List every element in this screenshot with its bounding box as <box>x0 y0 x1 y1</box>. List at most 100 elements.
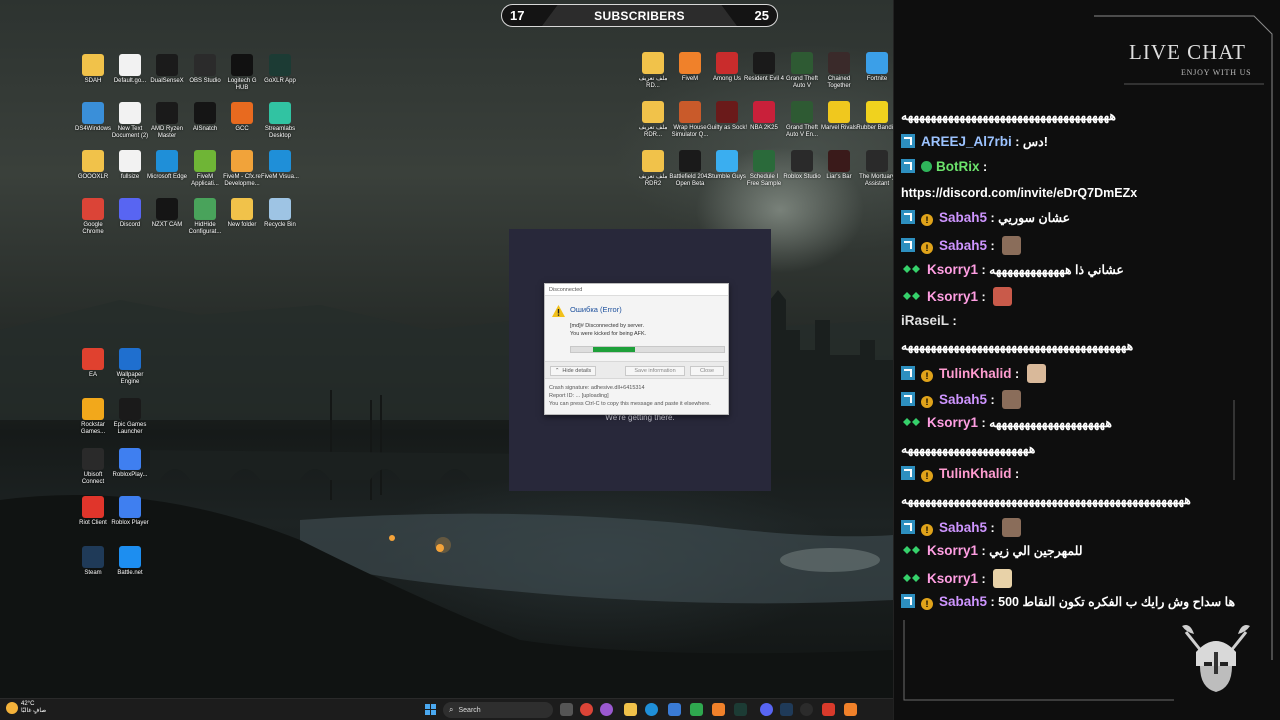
right-desktop-icon[interactable]: ملف تعريف RDR... <box>632 101 674 139</box>
right-desktop-icon[interactable]: FiveM <box>669 52 711 83</box>
chat-separator: : <box>1011 134 1023 149</box>
chat-username[interactable]: Ksorry1 <box>927 415 978 430</box>
fivem-taskbar-icon[interactable] <box>712 703 725 716</box>
left-desktop-icon[interactable]: Riot Client <box>72 496 114 527</box>
chat-username[interactable]: TulinKhalid <box>939 466 1012 481</box>
app-icon <box>269 150 291 172</box>
chat-username[interactable]: BotRix <box>936 159 980 174</box>
right-desktop-icon[interactable]: Roblox Studio <box>781 150 823 181</box>
steam-taskbar-icon[interactable] <box>780 703 793 716</box>
right-desktop-icon[interactable]: Guilty as Sock! <box>706 101 748 132</box>
obs-taskbar-icon[interactable] <box>800 703 813 716</box>
left-desktop-icon[interactable]: AISnatch <box>184 102 226 133</box>
right-desktop-icon[interactable]: Battlefield 2042 Open Beta <box>669 150 711 188</box>
right-desktop-icon[interactable]: Among Us <box>706 52 748 83</box>
left-desktop-icon[interactable]: GOOOXLR <box>72 150 114 181</box>
left-desktop-icon[interactable]: FiveM Visua... <box>259 150 301 181</box>
fivem-game-taskbar-icon[interactable] <box>844 703 857 716</box>
app-icon <box>119 150 141 172</box>
right-desktop-icon[interactable]: Fortnite <box>856 52 893 83</box>
store-taskbar-icon[interactable] <box>668 703 681 716</box>
edge-taskbar-icon[interactable] <box>645 703 658 716</box>
left-desktop-icon[interactable]: EA <box>72 348 114 379</box>
chat-username[interactable]: Sabah5 <box>939 392 987 407</box>
left-desktop-icon[interactable]: Discord <box>109 198 151 229</box>
right-desktop-icon[interactable]: Resident Evil 4 <box>743 52 785 83</box>
chat-username[interactable]: Ksorry1 <box>927 289 978 304</box>
chat-username[interactable]: Sabah5 <box>939 520 987 535</box>
save-information-button[interactable]: Save information <box>625 366 685 376</box>
chat-username[interactable]: Ksorry1 <box>927 571 978 586</box>
error-app-taskbar-icon[interactable] <box>822 703 835 716</box>
right-desktop-icon[interactable]: Stumble Guys <box>706 150 748 181</box>
windows-start-icon[interactable] <box>425 704 436 715</box>
app-icon <box>82 398 104 420</box>
chat-username[interactable]: AREEJ_Al7rbi <box>921 134 1012 149</box>
left-desktop-icon[interactable]: Wallpaper Engine <box>109 348 151 386</box>
left-desktop-icon[interactable]: GCC <box>221 102 263 133</box>
weather-widget[interactable]: 42°C صافٍ غالبًا <box>6 701 46 715</box>
left-desktop-icon[interactable]: fullsize <box>109 150 151 181</box>
close-button[interactable]: Close <box>690 366 724 376</box>
xbox-taskbar-icon[interactable] <box>690 703 703 716</box>
left-desktop-icon[interactable]: Epic Games Launcher <box>109 398 151 436</box>
left-desktop-icon[interactable]: Google Chrome <box>72 198 114 236</box>
left-desktop-icon[interactable]: AMD Ryzen Master <box>146 102 188 140</box>
chat-username[interactable]: Ksorry1 <box>927 543 978 558</box>
desktop-icon-label: Google Chrome <box>82 222 104 235</box>
desktop-icon-label: Riot Client <box>79 520 107 526</box>
left-desktop-icon[interactable]: Logitech G HUB <box>221 54 263 92</box>
left-desktop-icon[interactable]: HidHide Configurat... <box>184 198 226 236</box>
left-desktop-icon[interactable]: Rockstar Games... <box>72 398 114 436</box>
chat-username[interactable]: iRaseiL <box>901 313 949 328</box>
left-desktop-icon[interactable]: GoXLR App <box>259 54 301 85</box>
subscriber-badge-icon: ! <box>921 598 933 611</box>
left-desktop-icon[interactable]: Default.go... <box>109 54 151 85</box>
chat-username[interactable]: Sabah5 <box>939 594 987 609</box>
left-desktop-icon[interactable]: Recycle Bin <box>259 198 301 229</box>
copilot-taskbar-icon[interactable] <box>600 703 613 716</box>
left-desktop-icon[interactable]: New Text Document (2) <box>109 102 151 140</box>
discord-taskbar-icon[interactable] <box>760 703 773 716</box>
right-desktop-icon[interactable]: Chained Together <box>818 52 860 90</box>
disconnected-dialog[interactable]: Disconnected Ошибка (Error) [md]# Discon… <box>544 283 729 415</box>
goxlr-taskbar-icon[interactable] <box>734 703 747 716</box>
hide-details-button[interactable]: ⌃ Hide details <box>550 366 596 376</box>
left-desktop-icon[interactable]: Ubisoft Connect <box>72 448 114 486</box>
left-desktop-icon[interactable]: DualSenseX <box>146 54 188 85</box>
right-desktop-icon[interactable]: Marvel Rivals <box>818 101 860 132</box>
left-desktop-icon[interactable]: Microsoft Edge <box>146 150 188 181</box>
left-desktop-icon[interactable]: Battle.net <box>109 546 151 577</box>
left-desktop-icon[interactable]: New folder <box>221 198 263 229</box>
left-desktop-icon[interactable]: Streamlabs Desktop <box>259 102 301 140</box>
right-desktop-icon[interactable]: ملف تعريف RDR2 <box>632 150 674 188</box>
right-desktop-icon[interactable]: ملف تعريف RD... <box>632 52 674 90</box>
left-desktop-icon[interactable]: Roblox Player <box>109 496 151 527</box>
left-desktop-icon[interactable]: RobloxPlay... <box>109 448 151 479</box>
right-desktop-icon[interactable]: Grand Theft Auto V En... <box>781 101 823 139</box>
chat-username[interactable]: Sabah5 <box>939 210 987 225</box>
right-desktop-icon[interactable]: Wrap House Simulator Q... <box>669 101 711 139</box>
file-explorer-taskbar-icon[interactable] <box>624 703 637 716</box>
left-desktop-icon[interactable]: FiveM - Cfx.re Developme... <box>221 150 263 188</box>
right-desktop-icon[interactable]: Schedule I Free Sample <box>743 150 785 188</box>
chat-username[interactable]: Sabah5 <box>939 238 987 253</box>
task-view-icon[interactable] <box>560 703 573 716</box>
left-desktop-icon[interactable]: SDAH <box>72 54 114 85</box>
chat-username[interactable]: Ksorry1 <box>927 262 978 277</box>
right-desktop-icon[interactable]: The Mortuary Assistant <box>856 150 893 188</box>
right-desktop-icon[interactable]: Grand Theft Auto V <box>781 52 823 90</box>
left-desktop-icon[interactable]: NZXT CAM <box>146 198 188 229</box>
left-desktop-icon[interactable]: DS4Windows <box>72 102 114 133</box>
taskbar-search-box[interactable]: ⌕ Search <box>443 702 553 718</box>
left-desktop-icon[interactable]: Steam <box>72 546 114 577</box>
chrome-taskbar-icon[interactable] <box>580 703 593 716</box>
right-desktop-icon[interactable]: NBA 2K25 <box>743 101 785 132</box>
right-desktop-icon[interactable]: Rubber Bandits <box>856 101 893 132</box>
app-icon <box>119 496 141 518</box>
left-desktop-icon[interactable]: OBS Studio <box>184 54 226 85</box>
left-desktop-icon[interactable]: FiveM Applicati... <box>184 150 226 188</box>
app-icon <box>194 198 216 220</box>
right-desktop-icon[interactable]: Liar's Bar <box>818 150 860 181</box>
chat-username[interactable]: TulinKhalid <box>939 366 1012 381</box>
